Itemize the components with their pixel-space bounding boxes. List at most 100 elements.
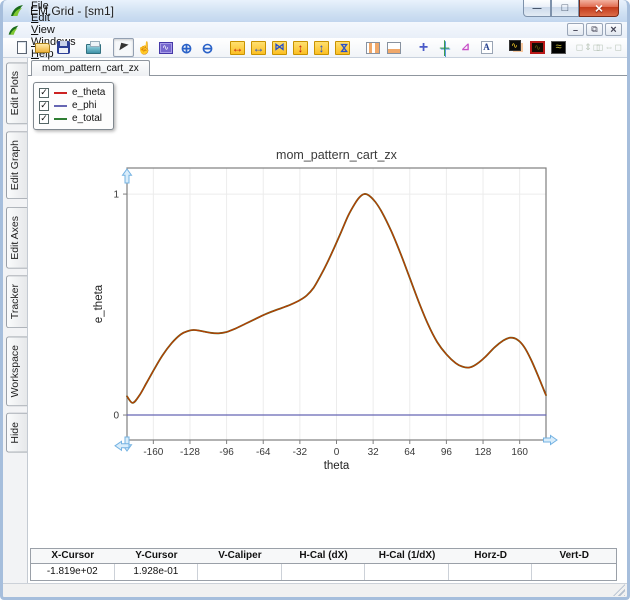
legend-item: ✓ e_phi (39, 99, 105, 112)
svg-text:128: 128 (475, 447, 492, 458)
svg-text:1: 1 (113, 190, 119, 201)
status-cell (449, 564, 533, 580)
legend-line-sample (54, 91, 67, 94)
main-area: Edit Plots Edit Graph Edit Axes Tracker Work… (3, 58, 627, 583)
angle-tool-icon[interactable] (455, 38, 476, 57)
center-y-icon[interactable] (311, 38, 332, 57)
status-cell: 1.928e-01 (115, 564, 199, 580)
new-document-icon[interactable] (11, 38, 32, 57)
print-icon[interactable] (83, 38, 104, 57)
legend-label: e_total (72, 113, 103, 124)
chart-region: ✓ e_theta ✓ e_phi ✓ e_total -160 -128 -96 -64 -32… (28, 76, 627, 548)
svg-text:0: 0 (113, 411, 119, 422)
sidebar-tab-workspace[interactable]: Workspace (6, 335, 27, 406)
status-table: X-Cursor Y-Cursor V-Caliper H-Cal (dX) H-Cal… (30, 548, 617, 581)
expand-y-icon[interactable] (290, 38, 311, 57)
chart-legend: ✓ e_theta ✓ e_phi ✓ e_total (33, 82, 115, 130)
axes-tool-icon[interactable] (434, 38, 455, 57)
svg-text:-64: -64 (256, 447, 271, 458)
chart[interactable]: -160 -128 -96 -64 -32 0 32 64 96 128 160 0 1 mom_patt… (28, 76, 629, 548)
sidebar-tab-tracker[interactable]: Tracker (6, 275, 27, 329)
close-button[interactable] (579, 0, 619, 17)
legend-label: e_phi (72, 100, 97, 111)
zoom-window-icon[interactable] (155, 38, 176, 57)
legend-checkbox-e_theta[interactable]: ✓ (39, 87, 49, 98)
crosshair-icon[interactable] (413, 38, 434, 57)
window-controls (523, 0, 619, 17)
svg-text:160: 160 (511, 447, 528, 458)
status-column-header: V-Caliper (198, 549, 282, 564)
svg-text:-160: -160 (143, 447, 163, 458)
sidebar-tab-hide[interactable]: Hide (6, 412, 27, 453)
zoom-out-icon[interactable] (197, 38, 218, 57)
svg-text:64: 64 (404, 447, 416, 458)
copy-plot-icon[interactable] (506, 38, 527, 57)
legend-checkbox-e_phi[interactable]: ✓ (39, 100, 49, 111)
status-column-header: Vert-D (532, 549, 616, 564)
content-area: mom_pattern_cart_zx ✓ e_theta ✓ e_phi ✓ e_tot… (28, 58, 627, 583)
status-cell (365, 564, 449, 580)
fit-x-icon[interactable] (269, 38, 290, 57)
y-axis-label: e_theta (93, 284, 105, 323)
pan-up-arrow[interactable] (121, 168, 133, 184)
status-cell (282, 564, 366, 580)
legend-item: ✓ e_total (39, 112, 105, 125)
align-horizontal-icon (599, 38, 620, 57)
toolbar: Layout (3, 38, 627, 58)
status-column-header: Horz-D (448, 549, 533, 564)
svg-text:0: 0 (334, 447, 340, 458)
status-cell (198, 564, 282, 580)
legend-checkbox-e_total[interactable]: ✓ (39, 113, 49, 124)
pan-hand-icon[interactable] (134, 38, 155, 57)
maximize-button[interactable] (551, 0, 579, 17)
sidebar-tab-edit-plots[interactable]: Edit Plots (6, 62, 27, 125)
fit-y-icon[interactable] (332, 38, 353, 57)
resize-grip[interactable] (613, 584, 625, 596)
svg-text:32: 32 (368, 447, 380, 458)
save-icon[interactable] (53, 38, 74, 57)
document-icon (7, 24, 20, 37)
center-x-icon[interactable] (248, 38, 269, 57)
status-cell: -1.819e+02 (31, 564, 115, 580)
split-horizontal-icon[interactable] (383, 38, 404, 57)
open-file-icon[interactable] (32, 38, 53, 57)
chart-title: mom_pattern_cart_zx (276, 148, 398, 162)
app-window: EM.Grid - [sm1] FileEditViewWindowsHelp … (0, 0, 630, 600)
app-icon (9, 3, 25, 19)
sidebar: Edit Plots Edit Graph Edit Axes Tracker Work… (3, 58, 28, 583)
sidebar-tab-edit-graph[interactable]: Edit Graph (6, 131, 27, 200)
x-axis-label: theta (324, 460, 350, 472)
status-cell (532, 564, 616, 580)
sidebar-tab-edit-axes[interactable]: Edit Axes (6, 206, 27, 269)
text-tool-icon[interactable] (476, 38, 497, 57)
status-column-header: H-Cal (1/dX) (365, 549, 449, 564)
svg-text:-32: -32 (293, 447, 308, 458)
menu-item-view[interactable]: View (24, 24, 83, 36)
document-tab[interactable]: mom_pattern_cart_zx (31, 60, 150, 76)
status-column-header: H-Cal (dX) (281, 549, 366, 564)
plot-dark-icon[interactable] (527, 38, 548, 57)
title-bar[interactable]: EM.Grid - [sm1] (3, 0, 627, 22)
minimize-button[interactable] (523, 0, 551, 17)
svg-text:96: 96 (441, 447, 453, 458)
menu-item-edit[interactable]: Edit (24, 12, 83, 24)
legend-label: e_theta (72, 87, 106, 98)
zoom-in-icon[interactable] (176, 38, 197, 57)
document-tab-bar: mom_pattern_cart_zx (28, 58, 627, 76)
select-arrow-icon[interactable] (113, 38, 134, 57)
menu-item-file[interactable]: File (24, 0, 83, 12)
mdi-close-button[interactable] (605, 23, 622, 36)
expand-x-icon[interactable] (227, 38, 248, 57)
status-column-header: X-Cursor (31, 549, 115, 564)
status-bar (3, 583, 627, 597)
split-vertical-icon[interactable] (362, 38, 383, 57)
plot-multi-icon[interactable] (548, 38, 569, 57)
mdi-restore-button[interactable] (586, 23, 603, 36)
mdi-minimize-button[interactable] (567, 23, 584, 36)
legend-item: ✓ e_theta (39, 86, 105, 99)
mdi-window-controls (565, 23, 622, 36)
svg-text:-128: -128 (180, 447, 200, 458)
legend-line-sample (54, 104, 67, 107)
menu-bar: FileEditViewWindowsHelp (3, 0, 627, 60)
legend-line-sample (54, 117, 67, 120)
